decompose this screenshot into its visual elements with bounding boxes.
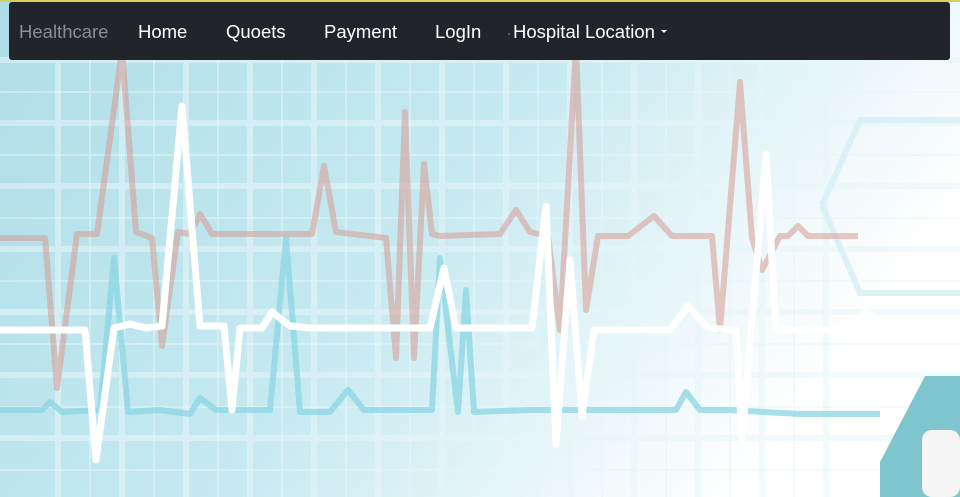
brand-link[interactable]: Healthcare — [19, 21, 108, 43]
hero-ecg-illustration — [0, 0, 960, 497]
hero-banner — [0, 0, 960, 497]
top-navbar: Healthcare Home Quoets Payment LogIn Hos… — [9, 2, 950, 60]
nav-quotes[interactable]: Quoets — [226, 21, 286, 43]
nav-payment[interactable]: Payment — [324, 21, 397, 43]
nav-login[interactable]: LogIn — [435, 21, 481, 43]
nav-home[interactable]: Home — [138, 21, 187, 43]
dropdown-label: Hospital Location — [513, 21, 655, 42]
nav-separator — [508, 33, 510, 35]
nav-hospital-location-dropdown[interactable]: Hospital Location — [513, 21, 667, 43]
caret-down-icon — [660, 29, 667, 33]
